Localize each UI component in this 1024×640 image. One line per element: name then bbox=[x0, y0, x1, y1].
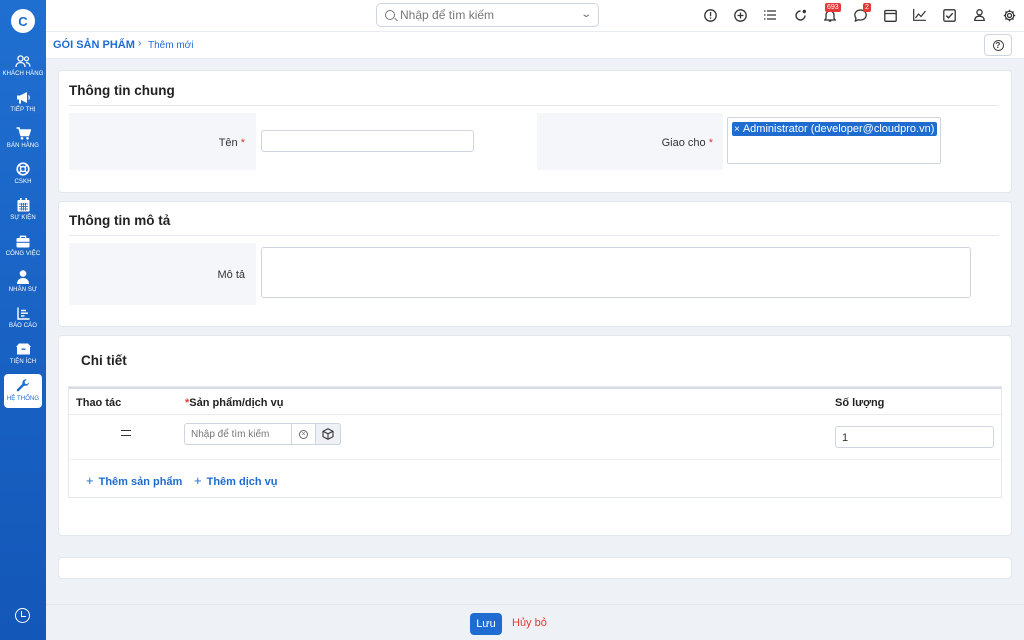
briefcase-icon bbox=[15, 234, 31, 248]
row-divider bbox=[69, 459, 1001, 460]
top-bar: ⌄ 693 2 bbox=[46, 0, 1024, 32]
name-input[interactable] bbox=[261, 130, 474, 152]
help-icon: ? bbox=[992, 39, 1004, 51]
refresh-icon[interactable] bbox=[793, 8, 807, 22]
customers-icon bbox=[15, 54, 31, 68]
sidebar-item-label: TIỆN ÍCH bbox=[9, 359, 37, 365]
list-icon[interactable] bbox=[763, 8, 777, 22]
description-textarea[interactable] bbox=[261, 247, 971, 298]
product-picker-button[interactable] bbox=[315, 423, 341, 445]
sidebar-item-label: KHÁCH HÀNG bbox=[2, 71, 44, 77]
sidebar-item-utilities[interactable]: TIỆN ÍCH bbox=[0, 340, 46, 374]
notifications-badge: 693 bbox=[825, 3, 841, 12]
description-label: Mô tả bbox=[217, 269, 245, 281]
empty-section bbox=[58, 557, 1012, 579]
calendar-icon[interactable] bbox=[883, 8, 897, 22]
sidebar-item-label: NHÂN SỰ bbox=[8, 287, 38, 293]
save-button[interactable]: Lưu bbox=[470, 613, 502, 635]
checkbox-icon[interactable] bbox=[942, 8, 956, 22]
chart-line-icon[interactable] bbox=[912, 8, 926, 22]
column-header-action: Thao tác bbox=[76, 397, 122, 409]
table-header: Thao tác *Sản phẩm/dịch vụ Số lượng bbox=[69, 387, 1001, 415]
sidebar-item-events[interactable]: SỰ KIỆN bbox=[0, 196, 46, 230]
sidebar-item-system[interactable]: HỆ THỐNG bbox=[4, 374, 42, 408]
sidebar-item-customers[interactable]: KHÁCH HÀNG bbox=[0, 52, 46, 86]
sidebar-item-label: BÁN HÀNG bbox=[6, 143, 40, 149]
drag-handle-icon[interactable] bbox=[121, 430, 131, 436]
name-label: Tên * bbox=[218, 137, 245, 149]
calendar-icon bbox=[15, 198, 31, 212]
section-title: Chi tiết bbox=[81, 353, 127, 368]
detail-table: Thao tác *Sản phẩm/dịch vụ Số lượng Nhập… bbox=[68, 386, 1002, 498]
section-divider bbox=[69, 105, 999, 106]
clear-circle-icon: × bbox=[299, 429, 308, 439]
app-logo-icon[interactable]: C bbox=[11, 9, 35, 33]
plus-icon: + bbox=[86, 473, 94, 488]
sidebar-item-label: HỆ THỐNG bbox=[6, 396, 40, 402]
messages-badge: 2 bbox=[863, 3, 871, 12]
sidebar-item-sales[interactable]: BÁN HÀNG bbox=[0, 124, 46, 158]
sidebar-item-label: SỰ KIỆN bbox=[10, 215, 36, 221]
sidebar-item-hr[interactable]: NHÂN SỰ bbox=[0, 268, 46, 302]
column-header-product: *Sản phẩm/dịch vụ bbox=[185, 397, 284, 409]
box-icon bbox=[15, 342, 31, 356]
cart-icon bbox=[15, 126, 31, 140]
sidebar-item-label: CSKH bbox=[14, 179, 32, 185]
wrench-icon bbox=[15, 379, 31, 393]
remove-tag-icon[interactable]: × bbox=[734, 124, 740, 135]
column-header-quantity: Số lượng bbox=[835, 397, 885, 409]
sidebar-item-support[interactable]: CSKH bbox=[0, 160, 46, 194]
cube-icon bbox=[322, 428, 334, 440]
sidebar-item-marketing[interactable]: TIẾP THỊ bbox=[0, 88, 46, 122]
gear-icon[interactable] bbox=[1002, 8, 1016, 22]
add-circle-icon[interactable] bbox=[733, 8, 747, 22]
product-search-placeholder: Nhập để tìm kiếm bbox=[191, 429, 270, 440]
assign-label: Giao cho * bbox=[661, 137, 713, 149]
assignee-tag: × Administrator (developer@cloudpro.vn) bbox=[732, 122, 938, 136]
chevron-down-icon[interactable]: ⌄ bbox=[580, 9, 592, 20]
description-section: Thông tin mô tả Mô tả bbox=[58, 201, 1012, 327]
alert-icon[interactable] bbox=[703, 8, 717, 22]
sidebar: C KHÁCH HÀNG TIẾP THỊ BÁN HÀNG CSKH SỰ K… bbox=[0, 0, 46, 640]
breadcrumb: GÓI SẢN PHẨM › Thêm mới ? bbox=[46, 32, 1024, 59]
section-divider bbox=[69, 235, 999, 236]
section-title: Thông tin chung bbox=[69, 83, 175, 98]
cancel-button[interactable]: Hủy bỏ bbox=[512, 617, 547, 629]
add-service-button[interactable]: + Thêm dịch vụ bbox=[194, 473, 278, 488]
breadcrumb-module-link[interactable]: GÓI SẢN PHẨM bbox=[53, 39, 135, 51]
add-product-button[interactable]: + Thêm sản phẩm bbox=[86, 473, 182, 488]
sidebar-item-tasks[interactable]: CÔNG VIỆC bbox=[0, 232, 46, 266]
global-search-input[interactable] bbox=[400, 6, 570, 24]
assign-to-field[interactable]: × Administrator (developer@cloudpro.vn) bbox=[727, 117, 941, 164]
section-title: Thông tin mô tả bbox=[69, 213, 171, 228]
sidebar-item-label: CÔNG VIỆC bbox=[5, 251, 41, 257]
history-clock-icon[interactable] bbox=[15, 608, 30, 623]
global-search[interactable]: ⌄ bbox=[376, 3, 599, 27]
support-icon bbox=[15, 162, 31, 176]
clear-selection-button[interactable]: × bbox=[291, 423, 315, 445]
form-footer: Lưu Hủy bỏ bbox=[46, 604, 1024, 640]
search-icon bbox=[385, 10, 395, 20]
person-icon bbox=[15, 270, 31, 284]
sidebar-item-reports[interactable]: BÁO CÁO bbox=[0, 304, 46, 338]
user-icon[interactable] bbox=[972, 8, 986, 22]
quantity-input[interactable]: 1 bbox=[835, 426, 994, 448]
general-info-section: Thông tin chung Tên * Giao cho * × Admini… bbox=[58, 70, 1012, 193]
sidebar-item-label: TIẾP THỊ bbox=[10, 107, 36, 113]
megaphone-icon bbox=[15, 90, 31, 104]
report-icon bbox=[15, 306, 31, 320]
chevron-right-icon: › bbox=[138, 38, 142, 49]
breadcrumb-current-page: Thêm mới bbox=[148, 40, 194, 51]
plus-icon: + bbox=[194, 473, 202, 488]
help-button[interactable]: ? bbox=[984, 34, 1012, 56]
sidebar-item-label: BÁO CÁO bbox=[8, 323, 38, 329]
